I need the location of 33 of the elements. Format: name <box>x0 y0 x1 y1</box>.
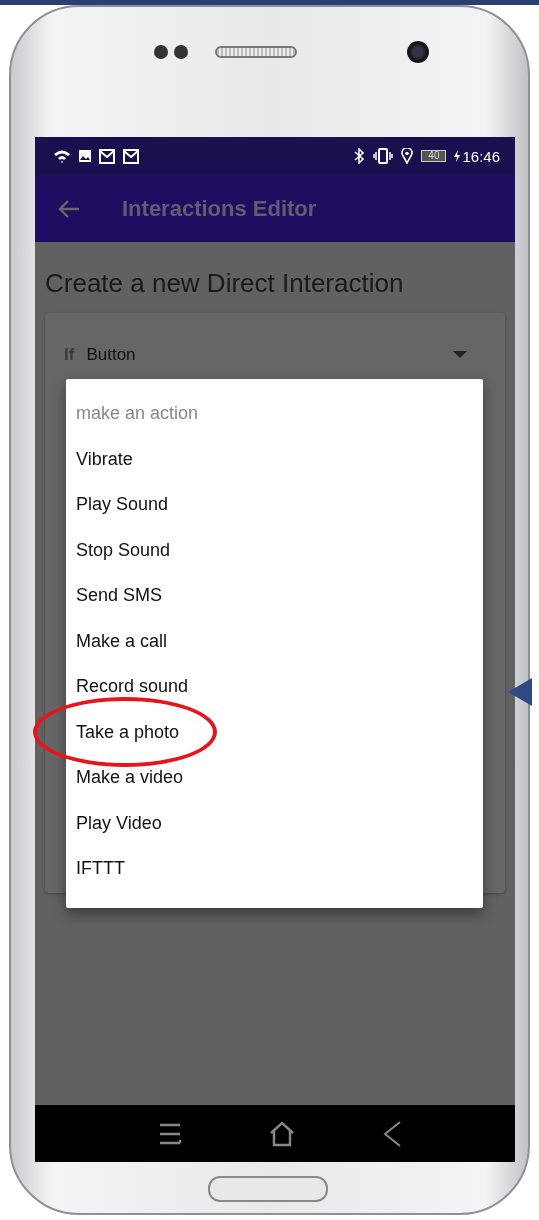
home-button[interactable] <box>207 1176 328 1202</box>
location-icon <box>401 148 414 164</box>
page-heading: Create a new Direct Interaction <box>45 268 405 299</box>
mail-icon <box>123 148 139 164</box>
dropdown-caret-icon[interactable] <box>453 351 467 359</box>
menu-item[interactable]: Stop Sound <box>76 539 171 561</box>
sensor-dots-icon <box>154 45 188 59</box>
clock-time: 16:46 <box>462 147 500 165</box>
back-arrow-icon[interactable] <box>58 198 80 219</box>
menu-icon[interactable] <box>158 1121 182 1146</box>
menu-item[interactable]: make an action <box>76 403 199 425</box>
camera-lens-icon <box>407 41 429 63</box>
menu-item[interactable]: Send SMS <box>76 585 163 607</box>
menu-item[interactable]: Take a photo <box>76 721 180 743</box>
battery-level: 40 <box>421 150 447 162</box>
menu-item[interactable]: Play Sound <box>76 494 169 516</box>
menu-item[interactable]: Make a call <box>76 630 168 652</box>
home-icon[interactable] <box>268 1120 296 1147</box>
app-bar-title: Interactions Editor <box>122 195 317 222</box>
menu-item[interactable]: Record sound <box>76 676 189 698</box>
vibrate-icon <box>373 148 394 164</box>
charging-icon <box>454 150 461 162</box>
wifi-icon <box>53 148 71 164</box>
menu-item[interactable]: Play Video <box>76 812 162 834</box>
speaker-grill-icon <box>215 46 297 58</box>
menu-item[interactable]: Make a video <box>76 767 184 789</box>
image-icon <box>79 150 91 162</box>
menu-item[interactable]: IFTTT <box>76 858 125 880</box>
menu-item[interactable]: Vibrate <box>76 448 133 470</box>
bluetooth-icon <box>353 148 366 164</box>
back-icon[interactable] <box>382 1119 402 1148</box>
mail-icon <box>99 148 115 164</box>
pointer-arrow-icon <box>508 678 532 706</box>
